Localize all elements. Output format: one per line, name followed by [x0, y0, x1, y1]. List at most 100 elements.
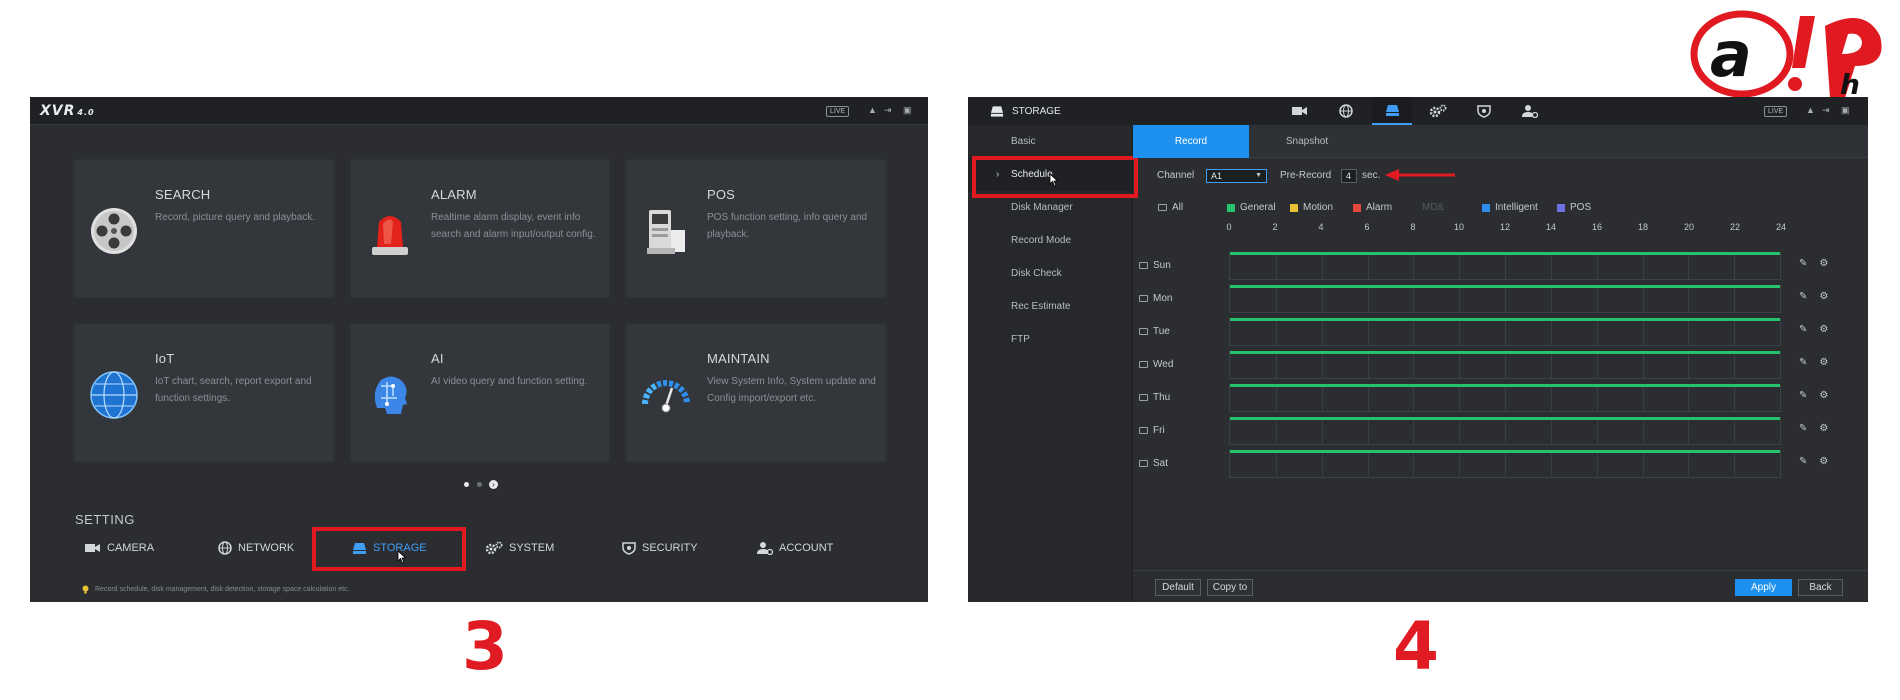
- edit-icon[interactable]: ✎: [1799, 390, 1807, 401]
- back-button[interactable]: Back: [1798, 579, 1843, 596]
- schedule-timeline[interactable]: [1229, 384, 1781, 412]
- sidebar-item-record-mode[interactable]: Record Mode: [968, 224, 1133, 257]
- user-icon[interactable]: ▲: [1806, 105, 1815, 115]
- day-toggle[interactable]: Sun: [1139, 260, 1171, 271]
- settings-gear-icon[interactable]: ⚙: [1819, 258, 1828, 269]
- apply-button[interactable]: Apply: [1735, 579, 1792, 596]
- nav-network[interactable]: [1326, 97, 1366, 125]
- settings-gear-icon[interactable]: ⚙: [1819, 423, 1828, 434]
- tile-pos[interactable]: POS POS function setting, info query and…: [627, 160, 885, 297]
- settings-gear-icon[interactable]: ⚙: [1819, 390, 1828, 401]
- legend-general[interactable]: General: [1227, 202, 1276, 213]
- legend-pos[interactable]: POS: [1557, 202, 1591, 213]
- grid-line: [1321, 255, 1323, 279]
- day-toggle[interactable]: Fri: [1139, 425, 1165, 436]
- setting-account[interactable]: ACCOUNT: [757, 538, 833, 558]
- schedule-timeline[interactable]: [1229, 285, 1781, 313]
- edit-icon[interactable]: ✎: [1799, 357, 1807, 368]
- grid-line: [1596, 453, 1598, 477]
- schedule-timeline[interactable]: [1229, 351, 1781, 379]
- camera-icon: [1292, 107, 1307, 115]
- all-toggle[interactable]: All: [1158, 202, 1183, 213]
- legend-motion[interactable]: Motion: [1290, 202, 1333, 213]
- sidebar-item-ftp[interactable]: FTP: [968, 323, 1133, 356]
- schedule-row-thu: Thu ✎ ⚙: [1123, 384, 1828, 419]
- nav-account[interactable]: [1510, 97, 1550, 125]
- step-number-4: 4: [1393, 608, 1439, 685]
- tile-search[interactable]: SEARCH Record, picture query and playbac…: [75, 160, 333, 297]
- grid-line: [1459, 321, 1461, 345]
- live-button[interactable]: LIVE: [1764, 106, 1788, 117]
- grid-line: [1688, 387, 1690, 411]
- prerecord-input[interactable]: 4: [1341, 169, 1357, 183]
- setting-network[interactable]: NETWORK: [218, 538, 294, 558]
- tab-bar: Record Snapshot: [1133, 125, 1868, 158]
- tile-ai[interactable]: AI AI video query and function setting.: [351, 324, 609, 461]
- day-toggle[interactable]: Thu: [1139, 392, 1170, 403]
- settings-gear-icon[interactable]: ⚙: [1819, 324, 1828, 335]
- edit-icon[interactable]: ✎: [1799, 324, 1807, 335]
- nav-camera[interactable]: [1280, 97, 1320, 125]
- setting-system[interactable]: SYSTEM: [485, 538, 554, 558]
- nav-system[interactable]: [1418, 97, 1458, 125]
- day-toggle[interactable]: Sat: [1139, 458, 1168, 469]
- schedule-timeline[interactable]: [1229, 252, 1781, 280]
- logout-icon[interactable]: ⇥: [884, 105, 892, 116]
- grid-line: [1505, 288, 1506, 312]
- schedule-timeline[interactable]: [1229, 318, 1781, 346]
- schedule-row-wed: Wed ✎ ⚙: [1123, 351, 1828, 386]
- sidebar-item-disk-check[interactable]: Disk Check: [968, 257, 1133, 290]
- default-button[interactable]: Default: [1155, 579, 1201, 596]
- hour-label: 4: [1318, 222, 1324, 232]
- row-tools: ✎ ⚙: [1799, 456, 1828, 467]
- tile-alarm[interactable]: ALARM Realtime alarm display, event info…: [351, 160, 609, 297]
- legend-alarm[interactable]: Alarm: [1353, 202, 1392, 213]
- edit-icon[interactable]: ✎: [1799, 423, 1807, 434]
- settings-gear-icon[interactable]: ⚙: [1819, 456, 1828, 467]
- tab-record[interactable]: Record: [1133, 125, 1249, 158]
- grid-line: [1596, 255, 1598, 279]
- sidebar-item-rec-estimate[interactable]: Rec Estimate: [968, 290, 1133, 323]
- top-bar: XVR 4.0 LIVE ▲ ⇥ ▣: [30, 97, 928, 125]
- storage-icon: [1385, 105, 1399, 116]
- nav-security[interactable]: [1464, 97, 1504, 125]
- user-icon[interactable]: ▲: [868, 105, 877, 115]
- settings-gear-icon[interactable]: ⚙: [1819, 357, 1828, 368]
- schedule-timeline[interactable]: [1229, 450, 1781, 478]
- tab-snapshot[interactable]: Snapshot: [1249, 125, 1365, 158]
- legend-intelligent[interactable]: Intelligent: [1482, 202, 1538, 213]
- checkbox-icon: [1139, 295, 1148, 302]
- next-page-icon[interactable]: ›: [489, 480, 498, 490]
- window-icon[interactable]: ▣: [903, 105, 912, 116]
- day-toggle[interactable]: Mon: [1139, 293, 1172, 304]
- day-toggle[interactable]: Wed: [1139, 359, 1173, 370]
- day-label: Sat: [1153, 458, 1169, 469]
- edit-icon[interactable]: ✎: [1799, 456, 1807, 467]
- channel-value: A1: [1211, 171, 1223, 181]
- sidebar-item-basic[interactable]: Basic: [968, 125, 1133, 158]
- tile-title: AI: [431, 351, 444, 366]
- schedule-timeline[interactable]: [1229, 417, 1781, 445]
- channel-select[interactable]: A1 ▼: [1206, 169, 1267, 183]
- setting-camera[interactable]: CAMERA: [85, 538, 154, 558]
- edit-icon[interactable]: ✎: [1799, 258, 1807, 269]
- grid-line: [1550, 453, 1552, 477]
- page-dot[interactable]: [464, 482, 469, 488]
- grid-line: [1734, 255, 1736, 279]
- tile-maintain[interactable]: MAINTAIN View System Info, System update…: [627, 324, 885, 461]
- grid-line: [1642, 420, 1644, 444]
- logout-icon[interactable]: ⇥: [1822, 105, 1830, 116]
- setting-security[interactable]: SECURITY: [622, 538, 698, 558]
- copy-to-button[interactable]: Copy to: [1207, 579, 1253, 596]
- grid-line: [1275, 255, 1277, 279]
- nav-storage[interactable]: [1372, 97, 1412, 125]
- tile-iot[interactable]: IoT IoT chart, search, report export and…: [75, 324, 333, 461]
- window-icon[interactable]: ▣: [1841, 105, 1850, 116]
- page-dot[interactable]: [477, 482, 482, 488]
- day-toggle[interactable]: Tue: [1139, 326, 1170, 337]
- grid-line: [1413, 321, 1415, 345]
- live-button[interactable]: LIVE: [826, 106, 850, 117]
- edit-icon[interactable]: ✎: [1799, 291, 1807, 302]
- settings-gear-icon[interactable]: ⚙: [1819, 291, 1828, 302]
- grid-line: [1596, 354, 1598, 378]
